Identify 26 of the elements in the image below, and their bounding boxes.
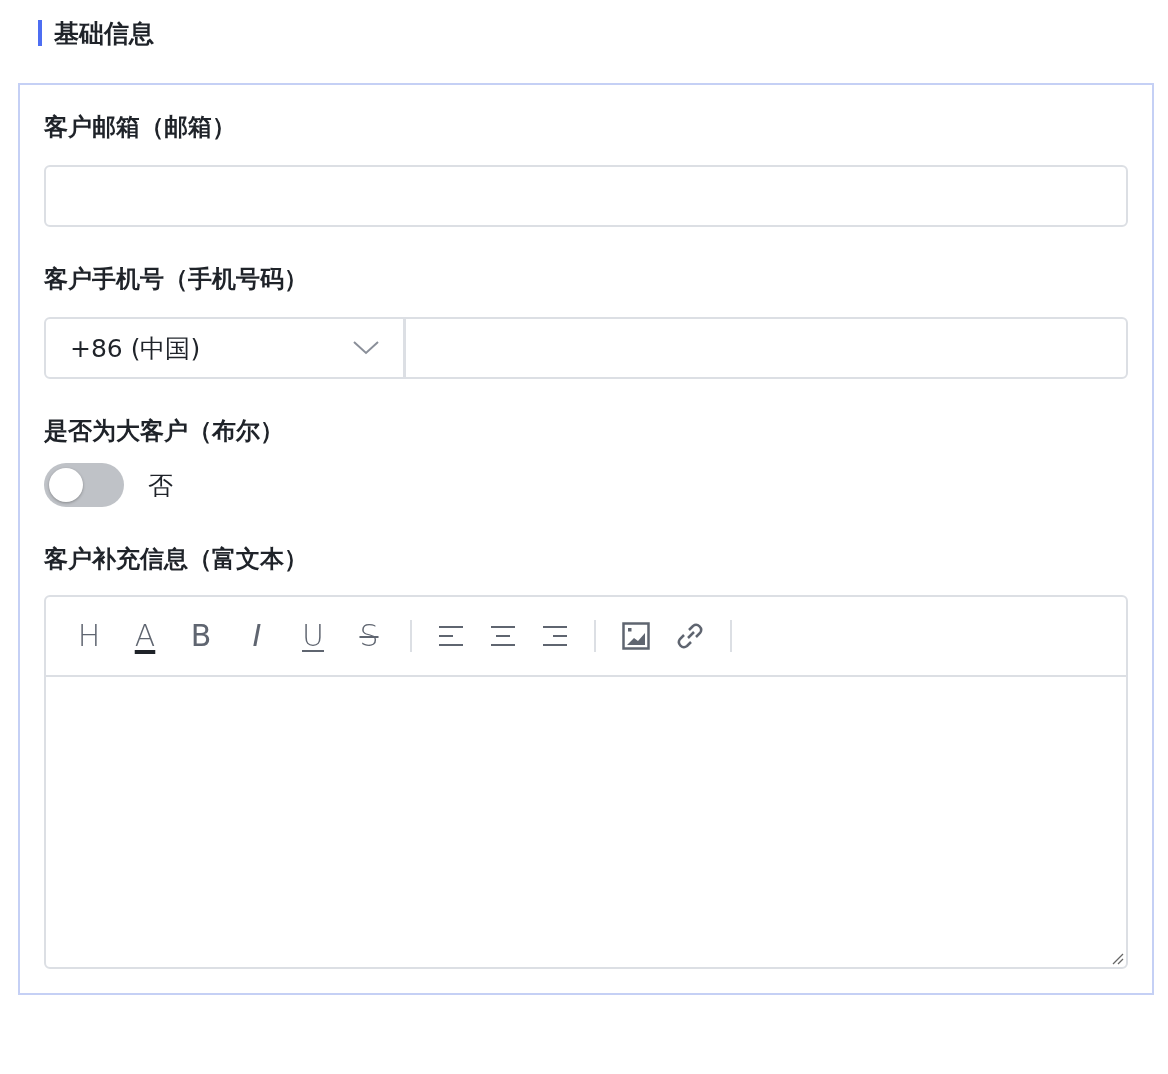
format-button[interactable]: H: [74, 618, 104, 654]
switch-state-label: 否: [148, 469, 173, 502]
rich-text-editor[interactable]: H A B I U S: [44, 595, 1128, 969]
format-button[interactable]: U: [298, 618, 328, 654]
align-left-icon[interactable]: [438, 625, 464, 647]
phone-field[interactable]: +86 (中国): [44, 317, 1128, 379]
format-button[interactable]: I: [242, 618, 272, 654]
field-label: 是否为大客户（布尔）: [44, 416, 285, 447]
toggle-switch[interactable]: [44, 463, 124, 507]
section-title: 基础信息: [54, 17, 154, 50]
field-label: 客户补充信息（富文本）: [44, 544, 309, 575]
format-button[interactable]: S: [354, 618, 384, 654]
image-icon[interactable]: [622, 622, 650, 650]
input-field[interactable]: [44, 165, 1128, 227]
format-button[interactable]: A: [130, 618, 160, 654]
link-icon[interactable]: [676, 622, 704, 650]
field-label: 客户邮箱（邮箱）: [44, 112, 237, 143]
country-code-dropdown[interactable]: +86 (中国): [46, 319, 406, 377]
format-button[interactable]: B: [186, 618, 216, 654]
accent-bar: [38, 20, 42, 46]
align-center-icon[interactable]: [490, 625, 516, 647]
chevron-down-icon: [353, 341, 379, 355]
field-label: 客户手机号（手机号码）: [44, 264, 309, 295]
resize-handle-icon[interactable]: [1112, 953, 1124, 965]
align-right-icon[interactable]: [542, 625, 568, 647]
country-code: +86 (中国): [70, 332, 201, 365]
